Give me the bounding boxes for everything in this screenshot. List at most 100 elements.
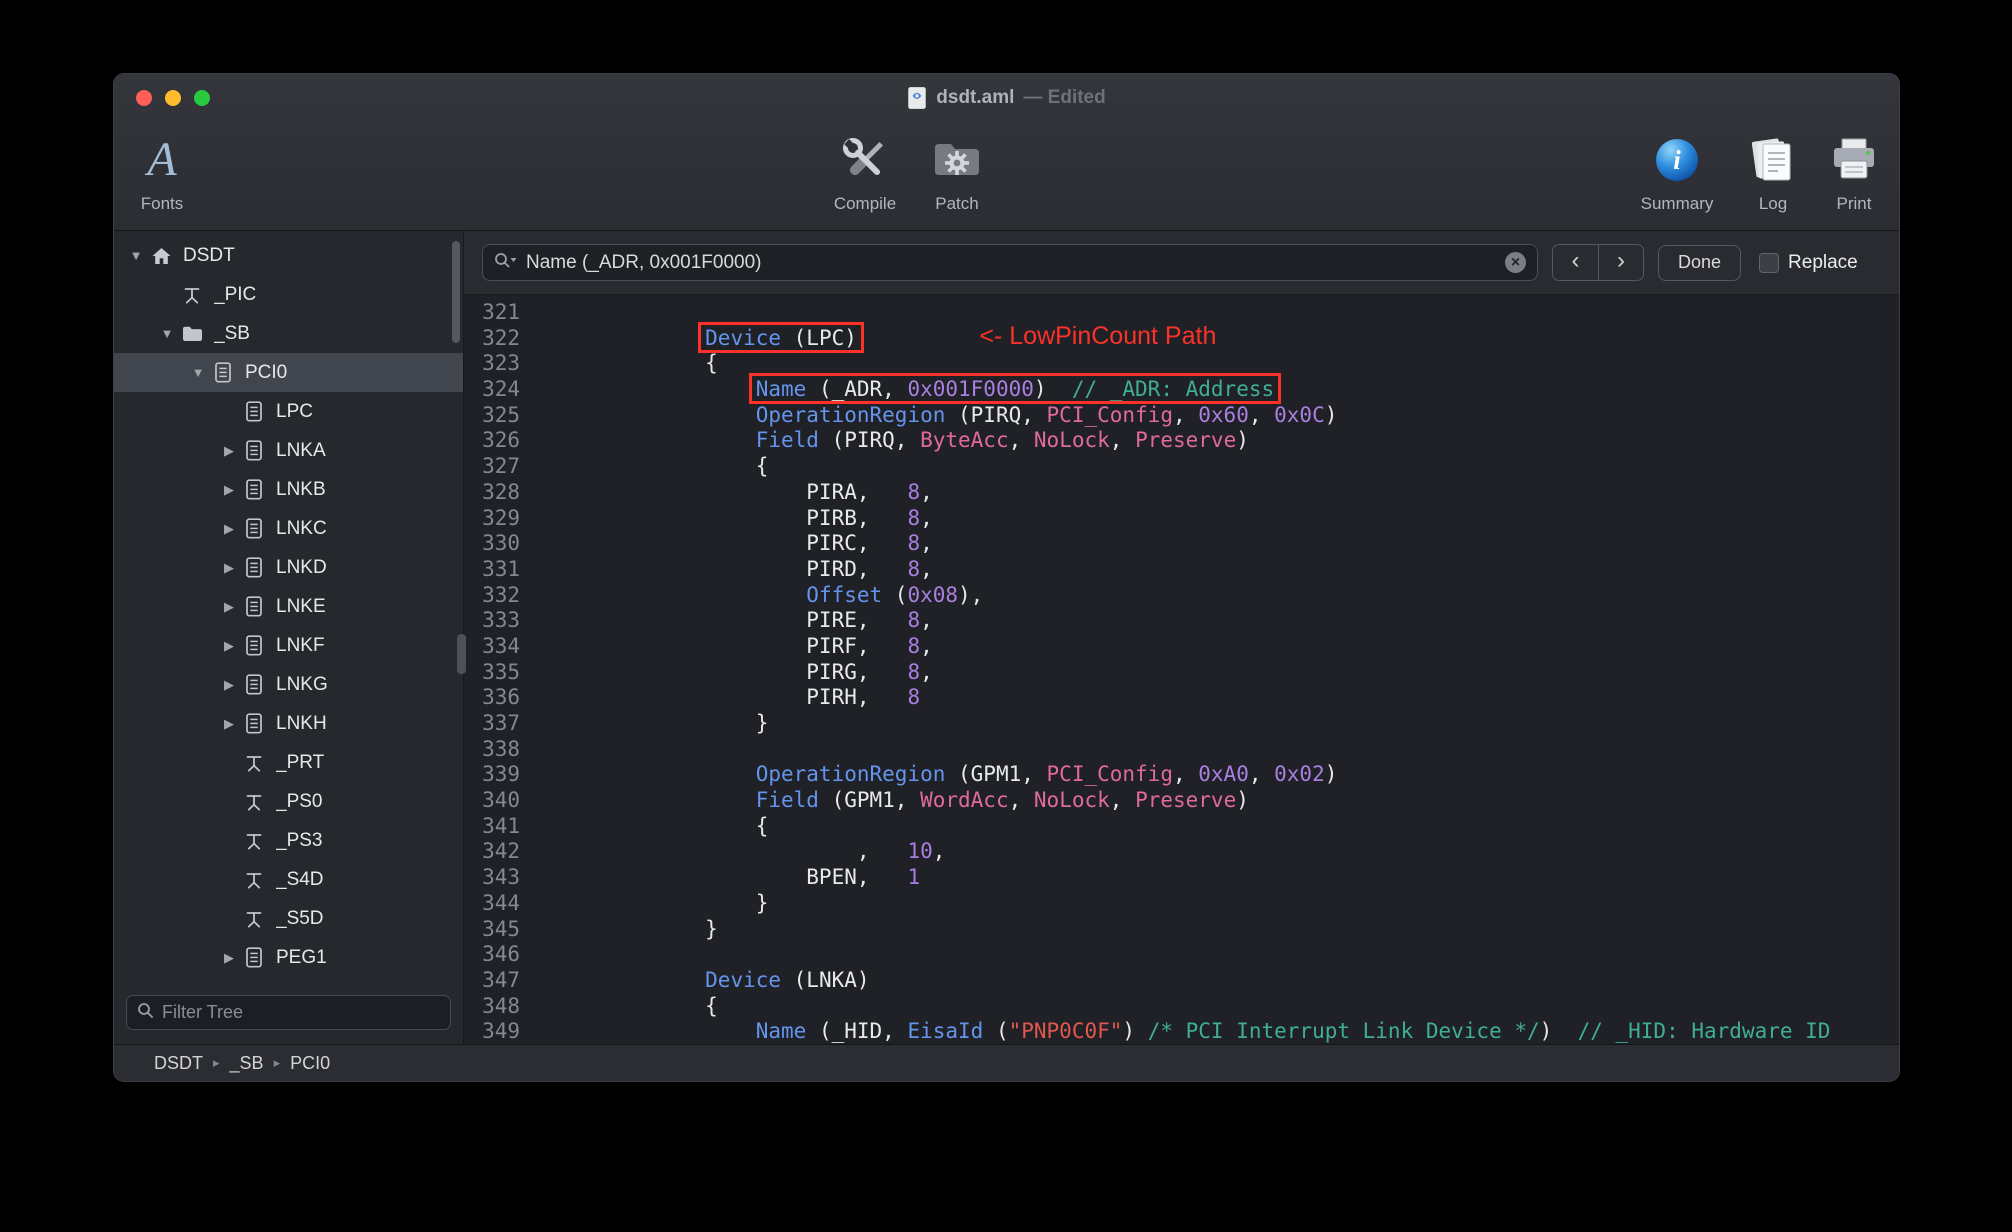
tree-item-_PIC[interactable]: _PIC xyxy=(114,275,463,314)
code-text: BPEN, 1 xyxy=(604,865,921,890)
line-number: 339 xyxy=(482,762,520,787)
summary-button[interactable]: i Summary xyxy=(1633,128,1721,214)
print-button[interactable]: Print xyxy=(1810,128,1898,214)
code-line-344[interactable]: 344 } xyxy=(464,891,1899,917)
code-line-336[interactable]: 336 PIRH, 8 xyxy=(464,685,1899,711)
replace-checkbox[interactable] xyxy=(1759,252,1780,273)
disclosure-closed-icon[interactable]: ▶ xyxy=(217,638,241,654)
search-options-icon[interactable] xyxy=(494,252,518,274)
code-line-331[interactable]: 331 PIRD, 8, xyxy=(464,557,1899,583)
disclosure-closed-icon[interactable]: ▶ xyxy=(217,599,241,615)
disclosure-open-icon[interactable]: ▼ xyxy=(186,365,210,380)
tree-item-_PRT[interactable]: _PRT xyxy=(114,743,463,782)
compile-button[interactable]: Compile xyxy=(821,128,909,214)
code-line-326[interactable]: 326 Field (PIRQ, ByteAcc, NoLock, Preser… xyxy=(464,428,1899,454)
find-previous-button[interactable]: ‹ xyxy=(1553,245,1598,280)
tree-item-LNKH[interactable]: ▶ LNKH xyxy=(114,704,463,743)
code-line-337[interactable]: 337 } xyxy=(464,711,1899,737)
tree-item-label: LNKE xyxy=(276,595,326,617)
code-line-327[interactable]: 327 { xyxy=(464,454,1899,480)
tree-item-_S4D[interactable]: _S4D xyxy=(114,860,463,899)
code-text: Name (_HID, EisaId ("PNP0C0F") /* PCI In… xyxy=(755,1019,1831,1044)
filter-tree-input[interactable] xyxy=(162,1002,440,1023)
code-line-321[interactable]: 321 xyxy=(464,300,1899,326)
disclosure-closed-icon[interactable]: ▶ xyxy=(217,950,241,966)
tree-item-PEG1[interactable]: ▶ PEG1 xyxy=(114,938,463,977)
tree-item-LNKD[interactable]: ▶ LNKD xyxy=(114,548,463,587)
done-button[interactable]: Done xyxy=(1658,244,1742,281)
minimize-window-button[interactable] xyxy=(165,90,181,106)
code-text: } xyxy=(604,890,769,915)
tree-item-LPC[interactable]: LPC xyxy=(114,392,463,431)
tree-item-DSDT[interactable]: ▼ DSDT xyxy=(114,236,463,275)
disclosure-open-icon[interactable]: ▼ xyxy=(124,248,148,263)
code-line-340[interactable]: 340 Field (GPM1, WordAcc, NoLock, Preser… xyxy=(464,788,1899,814)
code-line-335[interactable]: 335 PIRG, 8, xyxy=(464,660,1899,686)
tree-item-LNKE[interactable]: ▶ LNKE xyxy=(114,587,463,626)
code-line-323[interactable]: 323 { xyxy=(464,351,1899,377)
code-editor[interactable]: 321 322 Device (LPC) <- LowPinCount Path 32… xyxy=(464,295,1899,1044)
disclosure-closed-icon[interactable]: ▶ xyxy=(217,677,241,693)
code-line-338[interactable]: 338 xyxy=(464,737,1899,763)
code-line-324[interactable]: 324 Name (_ADR, 0x001F0000) // _ADR: Add… xyxy=(464,373,1899,405)
tree-item-PCI0[interactable]: ▼ PCI0 xyxy=(114,353,463,392)
code-line-341[interactable]: 341 { xyxy=(464,814,1899,840)
code-line-332[interactable]: 332 Offset (0x08), xyxy=(464,583,1899,609)
disclosure-closed-icon[interactable]: ▶ xyxy=(217,443,241,459)
close-window-button[interactable] xyxy=(136,90,152,106)
tree-item-_PS3[interactable]: _PS3 xyxy=(114,821,463,860)
tree-item-label: LPC xyxy=(276,400,313,422)
clear-search-button[interactable]: × xyxy=(1505,252,1526,273)
tree-item-_S5D[interactable]: _S5D xyxy=(114,899,463,938)
breadcrumb-item-DSDT[interactable]: DSDT xyxy=(154,1053,203,1074)
tree-item-LNKF[interactable]: ▶ LNKF xyxy=(114,626,463,665)
code-line-346[interactable]: 346 xyxy=(464,942,1899,968)
sidebar-scrollbar-thumb[interactable] xyxy=(452,241,460,343)
tree-item-label: _S5D xyxy=(276,907,324,929)
tree-item-_SB[interactable]: ▼ _SB xyxy=(114,314,463,353)
breadcrumb-item-PCI0[interactable]: PCI0 xyxy=(290,1053,330,1074)
device-icon xyxy=(241,947,267,968)
zoom-window-button[interactable] xyxy=(194,90,210,106)
code-line-347[interactable]: 347 Device (LNKA) xyxy=(464,968,1899,994)
find-input[interactable] xyxy=(526,251,1497,274)
code-line-349[interactable]: 349 Name (_HID, EisaId ("PNP0C0F") /* PC… xyxy=(464,1019,1899,1044)
line-number: 327 xyxy=(482,454,520,479)
tree-item-LNKG[interactable]: ▶ LNKG xyxy=(114,665,463,704)
replace-label: Replace xyxy=(1788,251,1858,273)
tree-item-LNKB[interactable]: ▶ LNKB xyxy=(114,470,463,509)
code-line-325[interactable]: 325 OperationRegion (PIRQ, PCI_Config, 0… xyxy=(464,403,1899,429)
code-line-329[interactable]: 329 PIRB, 8, xyxy=(464,506,1899,532)
disclosure-closed-icon[interactable]: ▶ xyxy=(217,521,241,537)
method-icon xyxy=(241,831,267,851)
code-line-334[interactable]: 334 PIRF, 8, xyxy=(464,634,1899,660)
patch-button[interactable]: Patch xyxy=(913,128,1001,214)
filter-tree-area xyxy=(114,987,463,1044)
tree-item-LNKC[interactable]: ▶ LNKC xyxy=(114,509,463,548)
find-next-button[interactable]: › xyxy=(1598,245,1643,280)
code-line-343[interactable]: 343 BPEN, 1 xyxy=(464,865,1899,891)
code-line-328[interactable]: 328 PIRA, 8, xyxy=(464,480,1899,506)
code-line-330[interactable]: 330 PIRC, 8, xyxy=(464,531,1899,557)
code-line-345[interactable]: 345 } xyxy=(464,917,1899,943)
tree-item-_PS0[interactable]: _PS0 xyxy=(114,782,463,821)
find-field[interactable]: × xyxy=(482,244,1538,281)
disclosure-open-icon[interactable]: ▼ xyxy=(155,326,179,341)
disclosure-closed-icon[interactable]: ▶ xyxy=(217,716,241,732)
log-button[interactable]: Log xyxy=(1729,128,1817,214)
code-text: { xyxy=(604,993,718,1018)
fonts-button[interactable]: A Fonts xyxy=(118,128,206,214)
code-line-339[interactable]: 339 OperationRegion (GPM1, PCI_Config, 0… xyxy=(464,762,1899,788)
breadcrumb-item-_SB[interactable]: _SB xyxy=(230,1053,264,1074)
code-line-348[interactable]: 348 { xyxy=(464,994,1899,1020)
tree-item-label: _PIC xyxy=(214,283,257,305)
disclosure-closed-icon[interactable]: ▶ xyxy=(217,560,241,576)
tree-item-LNKA[interactable]: ▶ LNKA xyxy=(114,431,463,470)
code-line-342[interactable]: 342 , 10, xyxy=(464,839,1899,865)
sidebar-resize-handle[interactable] xyxy=(457,634,466,674)
filter-tree-field[interactable] xyxy=(126,995,451,1030)
code-line-333[interactable]: 333 PIRE, 8, xyxy=(464,608,1899,634)
code-line-322[interactable]: 322 Device (LPC) <- LowPinCount Path xyxy=(464,321,1899,353)
disclosure-closed-icon[interactable]: ▶ xyxy=(217,482,241,498)
